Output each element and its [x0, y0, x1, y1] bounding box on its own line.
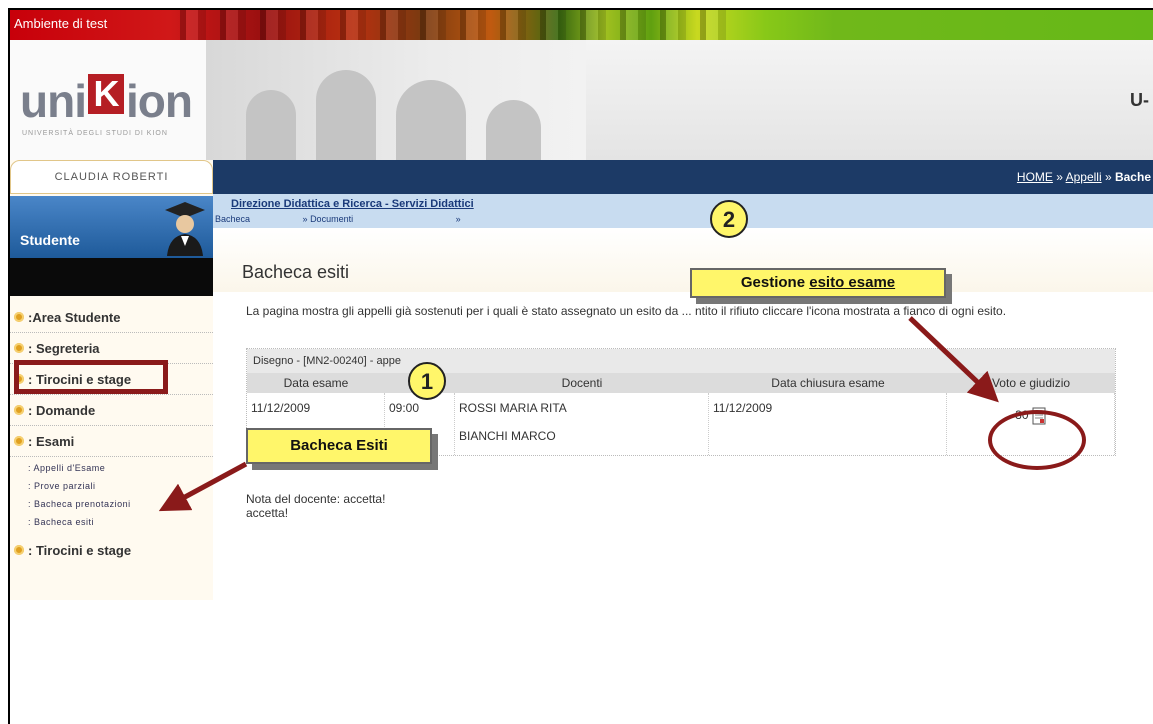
screenshot-frame: Ambiente di test uni Kion UNIVERSITÀ DEGL…: [8, 8, 1153, 724]
arrow-to-bacheca-esiti: [158, 461, 248, 512]
annotation-arrows: [158, 316, 999, 512]
arrow-to-voto: [908, 316, 999, 403]
